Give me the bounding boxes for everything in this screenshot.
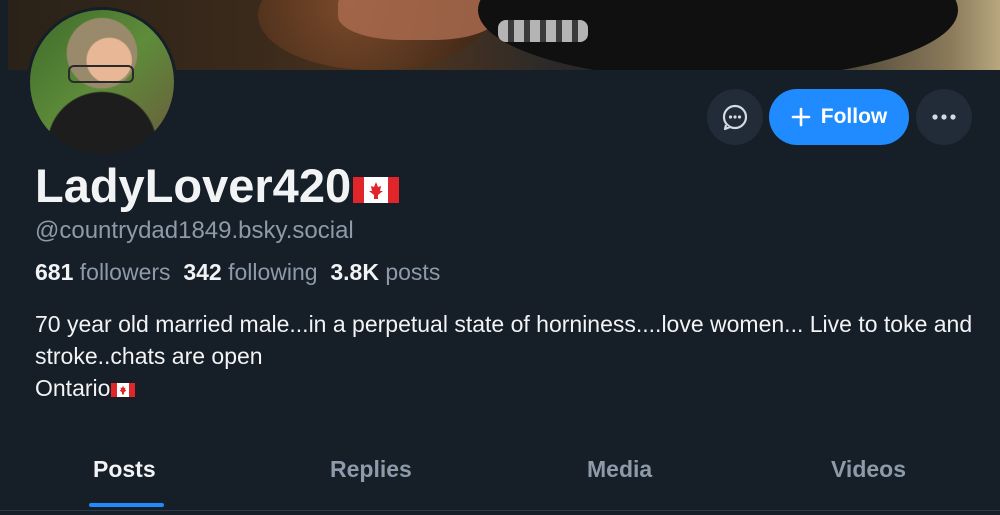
posts-stat: 3.8K posts (330, 259, 440, 285)
tab-media[interactable]: Media (587, 456, 652, 483)
profile-bio: 70 year old married male...in a perpetua… (35, 308, 975, 404)
tab-videos[interactable]: Videos (831, 456, 906, 483)
banner-bracelet-shape (498, 20, 588, 42)
display-name-text: LadyLover420 (35, 159, 352, 212)
bio-location-line: Ontario (35, 372, 975, 404)
follow-button[interactable]: Follow (769, 89, 909, 145)
posts-label: posts (385, 259, 441, 285)
follow-button-label: Follow (820, 105, 888, 128)
tab-replies[interactable]: Replies (330, 456, 412, 483)
canada-flag-small-icon (111, 382, 136, 397)
following-label: following (228, 259, 318, 285)
avatar[interactable] (27, 7, 177, 157)
followers-stat[interactable]: 681 followers (35, 259, 171, 285)
user-handle: @countrydad1849.bsky.social (35, 217, 354, 244)
avatar-glasses-shape (68, 65, 134, 83)
following-stat[interactable]: 342 following (183, 259, 317, 285)
tab-posts[interactable]: Posts (93, 456, 156, 483)
canada-flag-icon (353, 176, 400, 203)
followers-label: followers (79, 259, 171, 285)
more-options-button[interactable] (916, 89, 972, 145)
following-count: 342 (183, 259, 222, 285)
bio-location: Ontario (35, 375, 111, 401)
active-tab-indicator (89, 503, 164, 507)
profile-tabs: Posts Replies Media Videos (0, 440, 1000, 510)
profile-stats: 681 followers 342 following 3.8K posts (35, 259, 440, 286)
posts-count: 3.8K (330, 259, 379, 285)
message-button[interactable] (707, 89, 763, 145)
display-name: LadyLover420 (35, 158, 400, 213)
chat-bubble-icon (722, 104, 748, 131)
ellipsis-icon (932, 114, 956, 120)
plus-icon (791, 107, 811, 127)
tabs-divider (0, 510, 1000, 511)
banner-hand-shape (338, 0, 498, 40)
followers-count: 681 (35, 259, 74, 285)
bio-text: 70 year old married male...in a perpetua… (35, 311, 973, 369)
